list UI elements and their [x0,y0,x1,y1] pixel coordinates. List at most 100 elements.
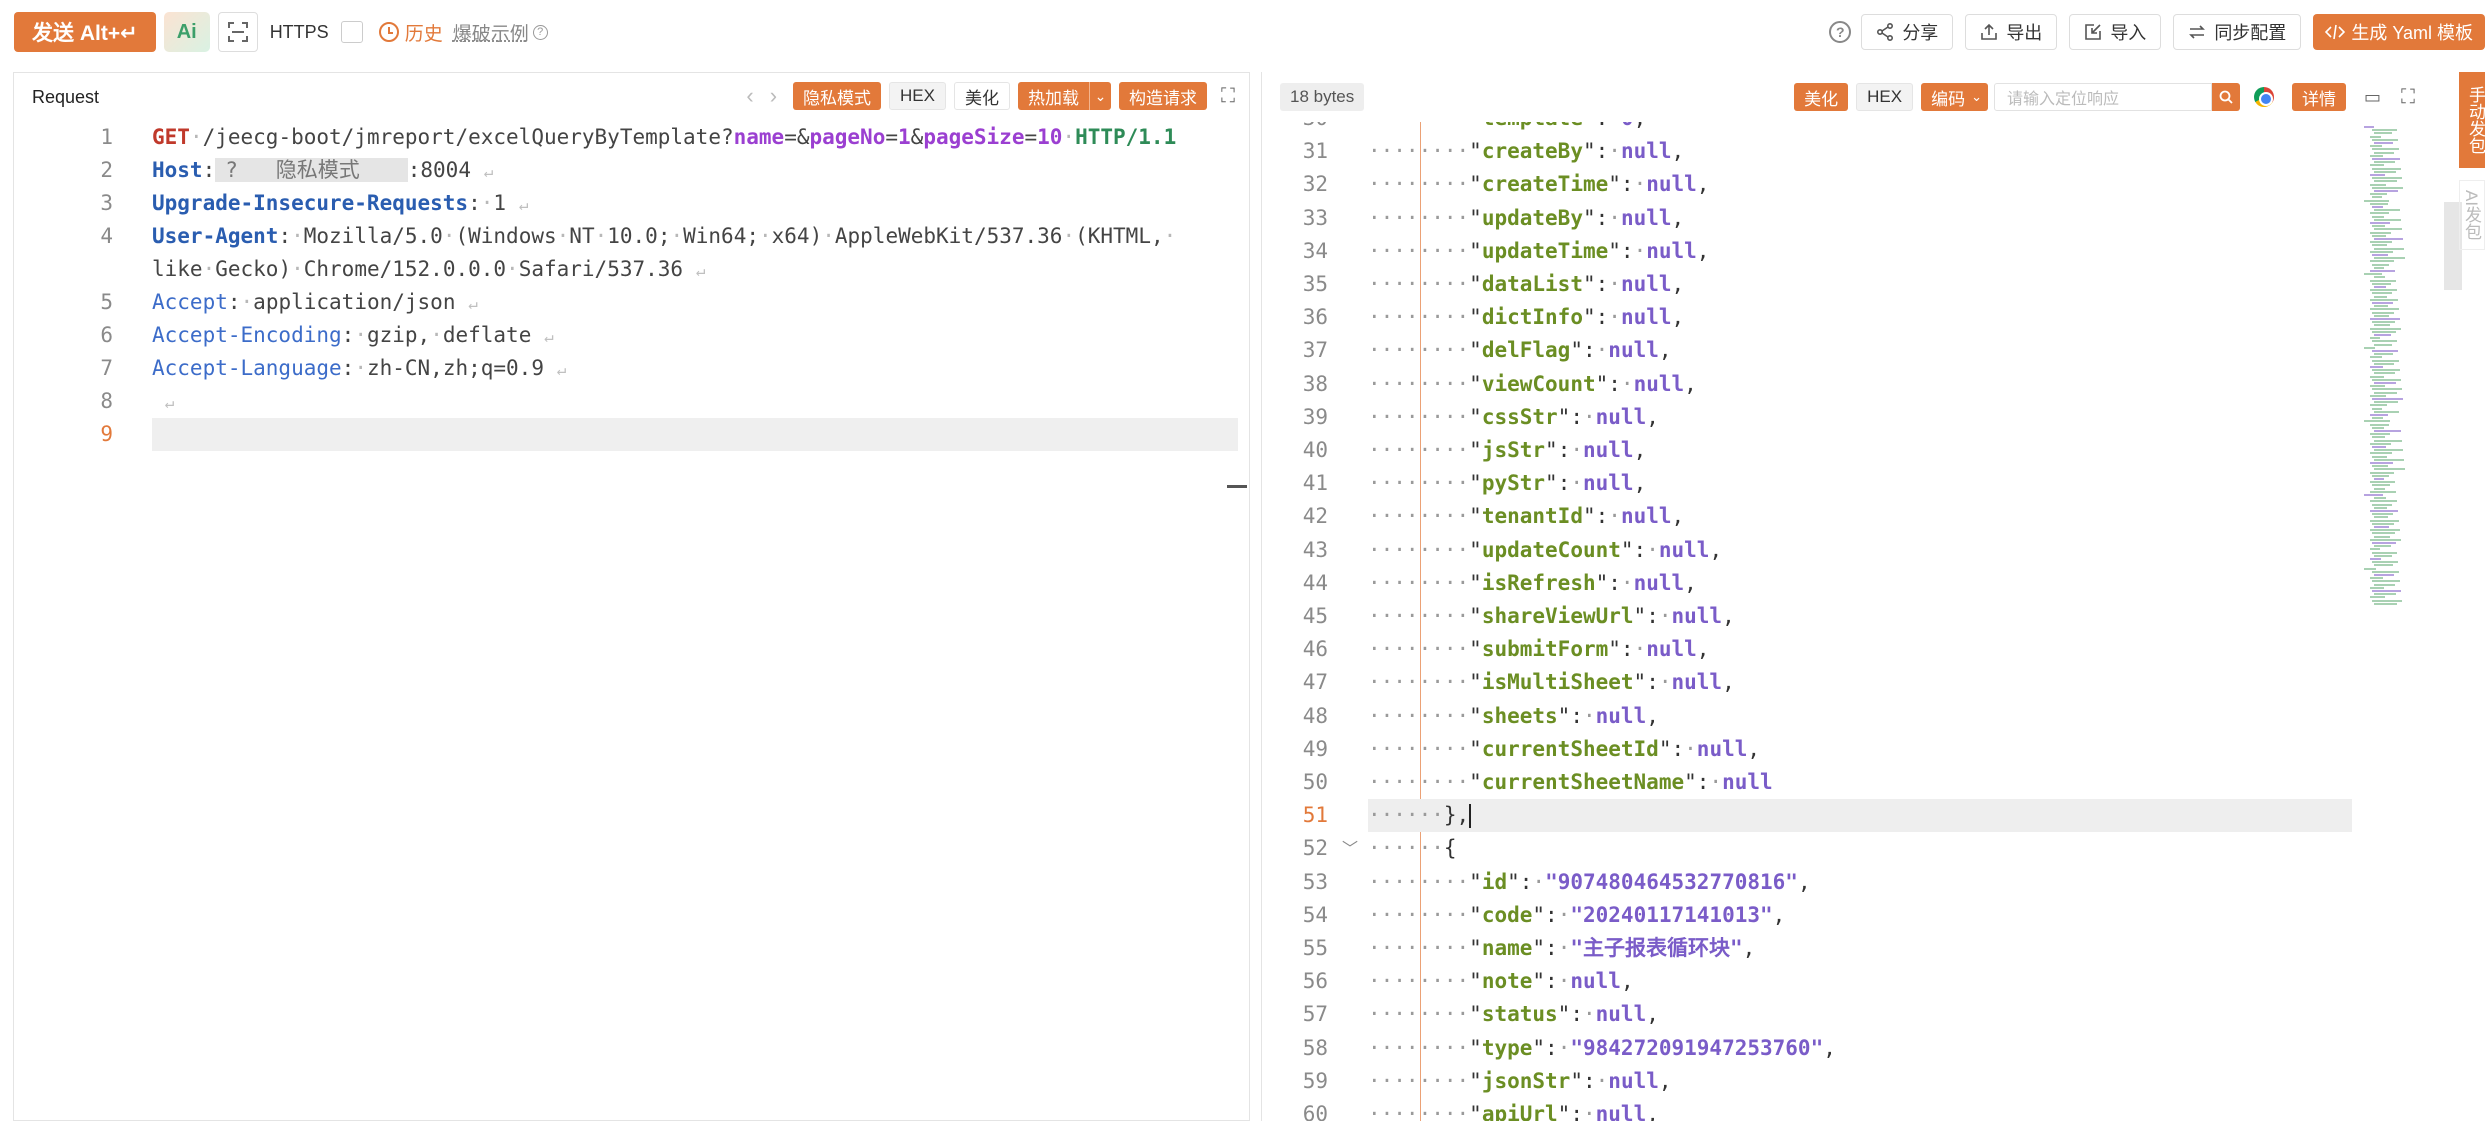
minimap-line [2372,436,2385,439]
line-text: ········"updateTime":·null, [1368,235,1709,268]
fold-chevron-icon[interactable]: ﹀ [1342,832,1358,865]
encoding-button[interactable]: 编码 ⌄ [1921,83,1988,111]
minimap-line [2372,129,2397,132]
quote: " [1582,305,1596,330]
token: : [341,356,355,380]
line-text: ········"viewCount":·null, [1368,368,1697,401]
expand-icon[interactable]: ⛶ [1221,85,1235,108]
response-beautify-button[interactable]: 美化 [1794,83,1849,111]
chevron-left-icon[interactable]: ‹ [746,83,753,109]
comma: , [1620,969,1634,994]
top-toolbar: 发送 Alt+↵ Ai HTTPS 历史 爆破示例 ? ? 分享 导出 导入 同… [0,0,2485,64]
line-number: 31 [1302,139,1328,164]
quote: " [1469,703,1482,728]
response-line: 34 ········"updateTime":·null, [1262,235,2412,268]
json-value: null [1595,1002,1647,1027]
token: · [506,257,519,281]
current-line-highlight [1368,799,2352,833]
hotload-button[interactable]: 热加载 [1018,82,1089,110]
question-icon[interactable]: ? [1829,21,1852,43]
send-button[interactable]: 发送 Alt+↵ [14,12,156,52]
scan-button[interactable] [217,12,258,52]
build-request-button[interactable]: 构造请求 [1119,82,1207,110]
minimap[interactable] [2362,122,2442,622]
text-cursor [1469,804,1472,829]
response-line: 35 ········"dataList":·null, [1262,268,2412,301]
help-icon[interactable]: ? [532,24,548,40]
minimap-line [2370,394,2386,397]
response-line: 30········"template":·0, [1262,122,2412,135]
generate-yaml-button[interactable]: 生成 Yaml 模板 [2313,14,2485,50]
minimap-line [2370,433,2390,436]
whitespace-dots: ········ [1368,703,1470,728]
colon: : [1633,537,1647,562]
line-number: 57 [1302,1002,1328,1027]
token: GET [152,125,190,149]
search-button[interactable] [2211,83,2240,111]
share-button[interactable]: 分享 [1861,14,1954,50]
expand-icon[interactable]: ⛶ [2401,86,2415,109]
export-button[interactable]: 导出 [1965,14,2058,50]
detail-button[interactable]: 详情 [2291,83,2346,111]
json-value: null [1608,338,1659,363]
ai-button[interactable]: Ai [163,12,210,52]
minimap-line [2370,452,2392,455]
line-number: 54 [1302,902,1328,927]
colon: : [1545,902,1558,927]
chrome-icon[interactable] [2253,87,2274,107]
line-text: ········"shareViewUrl":·null, [1368,600,1735,633]
minimap-line [2364,346,2375,349]
import-button[interactable]: 导入 [2069,14,2162,50]
privacy-mode-button[interactable]: 隐私模式 [793,82,882,110]
line-number: 39 [1302,404,1328,429]
json-key: dictInfo [1481,305,1583,330]
minimap-line [2372,446,2386,448]
minimap-line [2372,503,2392,506]
request-editor[interactable]: 1 GET·/jeecg-boot/jmreport/excelQueryByTe… [14,121,1249,451]
minimap-line [2364,420,2390,423]
json-key: jsStr [1481,438,1546,462]
https-checkbox[interactable] [340,21,363,43]
minimap-line [2372,417,2383,420]
history-button[interactable]: 历史 [378,19,443,46]
whitespace-dots: ········ [1368,471,1470,496]
token: : [278,224,292,248]
colon: : [1595,139,1609,164]
sync-config-button[interactable]: 同步配置 [2173,14,2302,50]
comma: , [1671,272,1685,296]
response-search-input[interactable]: 请输入定位响应 [1993,83,2212,111]
quote: " [1469,272,1482,296]
token: name [733,125,785,149]
colon: : [1595,305,1609,330]
response-line: 57 ········"status":·null, [1262,998,2412,1031]
response-line: 38 ········"viewCount":·null, [1262,368,2412,401]
json-key: updateTime [1481,238,1609,263]
response-line: 54 ········"code":·"20240117141013", [1262,899,2412,932]
minimap-line [2370,385,2385,388]
response-editor[interactable]: 30········"template":·0,31········"creat… [1262,122,2462,1121]
quote: " [1469,770,1482,794]
token: = [1024,125,1038,149]
manual-send-tab[interactable]: 手动发包 [2459,72,2485,168]
beautify-button[interactable]: 美化 [954,82,1010,110]
comment-icon[interactable]: ▭ [2364,87,2381,108]
json-value: null [1620,205,1672,230]
chevron-right-icon[interactable]: › [770,83,777,109]
quote: " [1532,936,1546,960]
hex-button[interactable]: HEX [889,82,946,110]
brute-example-link[interactable]: 爆破示例 [453,19,529,46]
token: · [240,290,254,314]
sync-label: 同步配置 [2214,23,2287,43]
line-text: ········"status":·null, [1368,998,1659,1031]
chevron-down-icon[interactable]: ⌄ [1089,82,1111,110]
response-hex-button[interactable]: HEX [1856,83,1914,111]
json-value: null [1633,371,1685,396]
ai-send-tab[interactable]: AI发包 [2459,180,2485,250]
line-text: Accept-Language:·zh-CN,zh;q=0.9 ↵ [152,352,566,386]
token: (KHTML, [1075,224,1164,248]
line-number: 51 [1302,803,1328,828]
minimap-line [2372,340,2397,343]
json-key: jsonStr [1481,1068,1571,1093]
token: NT [569,224,595,248]
